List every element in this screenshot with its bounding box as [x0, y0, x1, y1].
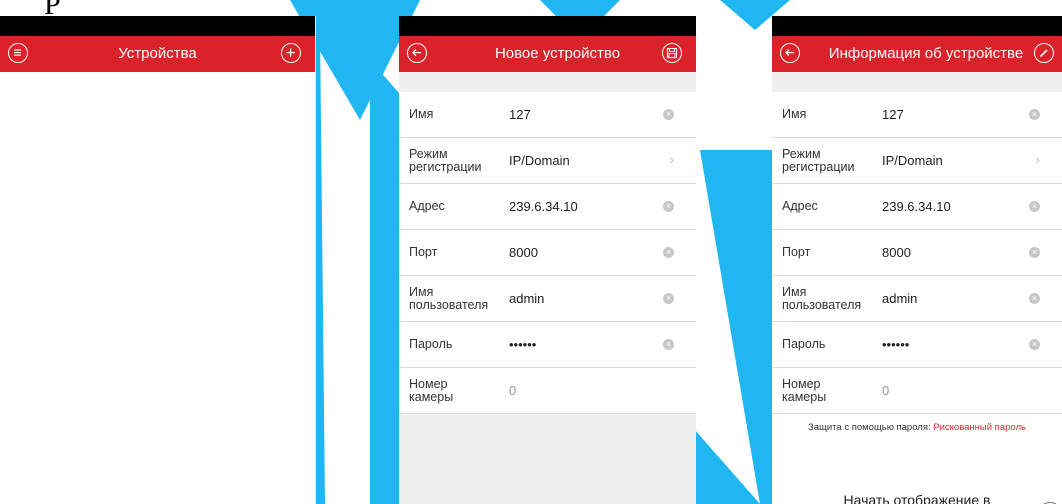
clear-icon[interactable]: ×	[663, 339, 674, 350]
clear-icon[interactable]: ×	[1029, 293, 1040, 304]
device-list	[0, 72, 315, 504]
field-value[interactable]: admin	[882, 276, 917, 321]
app-bar: Информация об устройстве	[772, 36, 1062, 72]
field-value[interactable]: admin	[509, 276, 544, 321]
field-label: Имя	[782, 107, 807, 121]
field-value[interactable]: 239.6.34.10	[509, 184, 578, 229]
app-bar: Устройства	[0, 36, 315, 72]
start-live-view-button[interactable]: Начать отображение в реальном времени	[817, 492, 1017, 504]
clear-icon[interactable]: ×	[663, 293, 674, 304]
field-value[interactable]: 0	[882, 368, 889, 413]
field-value[interactable]: 0	[509, 368, 516, 413]
field-label: Адрес	[409, 199, 445, 213]
field-label: Имя пользователя	[782, 284, 862, 312]
status-bar	[399, 16, 696, 36]
chevron-right-icon[interactable]: ›	[1036, 152, 1040, 167]
field-label: Порт	[782, 245, 811, 259]
password-protection-label: Защита с помощью пароля:	[808, 422, 931, 433]
new-device-screen: Новое устройство Имя 127 × Режим регистраци…	[399, 16, 696, 504]
page-title: Новое устройство	[494, 45, 621, 62]
form-row[interactable]: Имя пользователя admin ×	[399, 276, 696, 322]
form-gap	[399, 72, 696, 92]
field-value[interactable]: IP/Domain	[509, 138, 570, 183]
form-row[interactable]: Режим регистрации IP/Domain ›	[399, 138, 696, 184]
form-row[interactable]: Адрес 239.6.34.10 ×	[399, 184, 696, 230]
form-row[interactable]: Пароль •••••• ×	[772, 322, 1062, 368]
form-row[interactable]: Имя пользователя admin ×	[772, 276, 1062, 322]
field-label: Порт	[409, 245, 438, 259]
device-info-form: Имя 127 × Режим регистрации IP/Domain › Адрес 2…	[772, 72, 1062, 504]
field-value[interactable]: 127	[509, 92, 531, 137]
field-value[interactable]: ••••••	[509, 322, 536, 367]
clear-icon[interactable]: ×	[1029, 339, 1040, 350]
field-label: Адрес	[782, 199, 818, 213]
field-value[interactable]: 8000	[882, 230, 911, 275]
status-bar	[772, 16, 1062, 36]
page-title: Информация об устройстве	[828, 45, 1024, 62]
field-label: Пароль	[782, 337, 826, 351]
field-label: Номер камеры	[782, 376, 827, 404]
field-label: Имя	[409, 107, 434, 121]
field-label: Имя пользователя	[409, 284, 489, 312]
form-rows: Имя 127 × Режим регистрации IP/Domain › Адрес 2…	[399, 92, 696, 414]
clear-icon[interactable]: ×	[1029, 201, 1040, 212]
field-value[interactable]: 127	[882, 92, 904, 137]
form-row[interactable]: Номер камеры 0	[399, 368, 696, 414]
form-row[interactable]: Пароль •••••• ×	[399, 322, 696, 368]
field-label: Номер камеры	[409, 376, 454, 404]
field-label: Режим регистрации	[782, 146, 855, 174]
form-row[interactable]: Номер камеры 0	[772, 368, 1062, 414]
form-row[interactable]: Имя 127 ×	[772, 92, 1062, 138]
chevron-right-icon[interactable]: ›	[670, 152, 674, 167]
add-icon[interactable]	[281, 43, 301, 63]
save-icon[interactable]	[662, 43, 682, 63]
password-risk-status: Рискованный пароль	[933, 422, 1026, 433]
password-protection-note: Защита с помощью пароля: Рискованный пар…	[772, 414, 1062, 492]
device-form: Имя 127 × Режим регистрации IP/Domain › Адрес 2…	[399, 72, 696, 504]
field-label: Режим регистрации	[409, 146, 482, 174]
clear-icon[interactable]: ×	[663, 109, 674, 120]
form-rows: Имя 127 × Режим регистрации IP/Domain › Адрес 2…	[772, 92, 1062, 414]
clear-icon[interactable]: ×	[663, 201, 674, 212]
clear-icon[interactable]: ×	[663, 247, 674, 258]
edit-icon[interactable]	[1034, 43, 1054, 63]
field-value[interactable]: 239.6.34.10	[882, 184, 951, 229]
field-label: Пароль	[409, 337, 453, 351]
form-row[interactable]: Режим регистрации IP/Domain ›	[772, 138, 1062, 184]
clear-icon[interactable]: ×	[1029, 247, 1040, 258]
app-bar: Новое устройство	[399, 36, 696, 72]
page-title: Устройства	[118, 45, 197, 62]
field-value[interactable]: ••••••	[882, 322, 909, 367]
clear-icon[interactable]: ×	[1029, 109, 1040, 120]
status-bar	[0, 16, 315, 36]
form-row[interactable]: Порт 8000 ×	[772, 230, 1062, 276]
form-row[interactable]: Порт 8000 ×	[399, 230, 696, 276]
device-info-screen: Информация об устройстве Имя 127 × Режим ре…	[772, 16, 1062, 504]
field-value[interactable]: IP/Domain	[882, 138, 943, 183]
form-row[interactable]: Имя 127 ×	[399, 92, 696, 138]
field-value[interactable]: 8000	[509, 230, 538, 275]
form-row[interactable]: Адрес 239.6.34.10 ×	[772, 184, 1062, 230]
watermark-shape	[700, 150, 780, 504]
devices-screen: Устройства	[0, 16, 316, 504]
form-gap	[772, 72, 1062, 92]
